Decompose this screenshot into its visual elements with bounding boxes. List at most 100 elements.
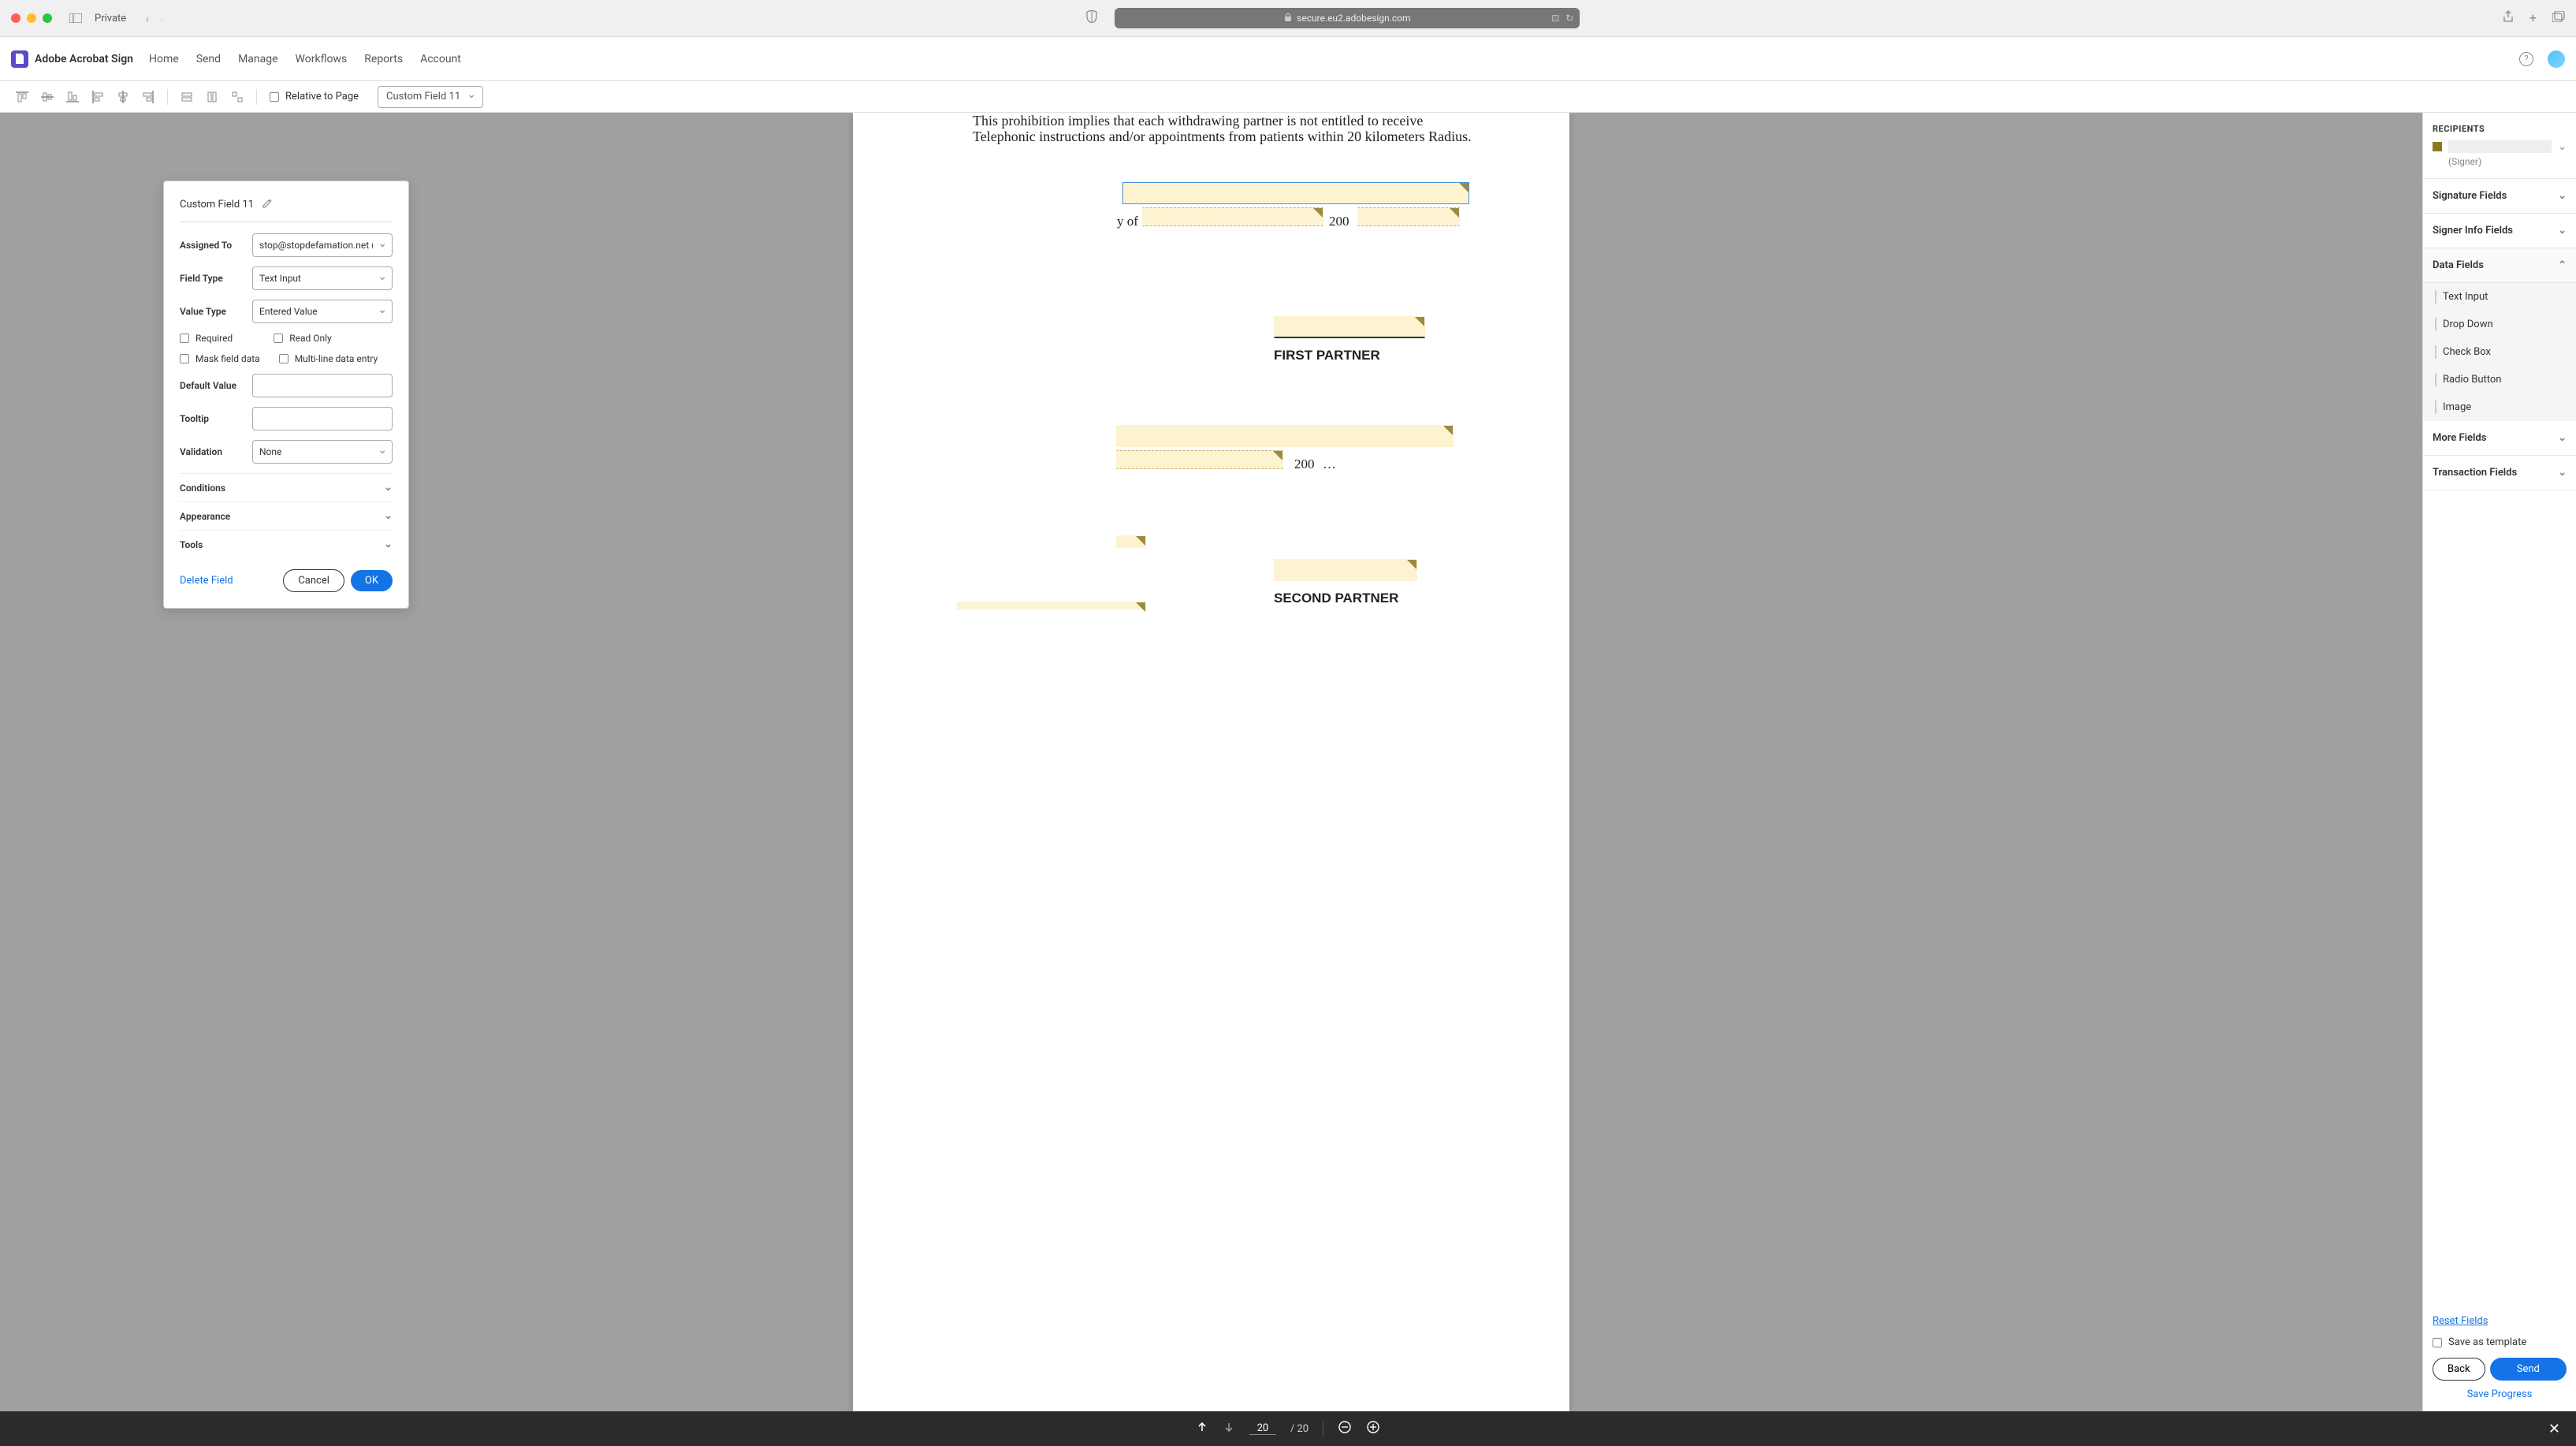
share-icon[interactable]	[2503, 10, 2514, 26]
form-field[interactable]	[1116, 535, 1146, 548]
new-tab-icon[interactable]: +	[2529, 10, 2537, 26]
match-height-icon[interactable]	[201, 86, 223, 108]
address-bar[interactable]: secure.eu2.adobesign.com ⊡ ↻	[1115, 8, 1580, 28]
conditions-section[interactable]: Conditions ⌄	[180, 473, 393, 501]
align-middle-icon[interactable]	[36, 86, 58, 108]
form-field[interactable]	[1116, 450, 1283, 469]
ok-button[interactable]: OK	[351, 570, 393, 591]
help-icon[interactable]: ?	[2519, 52, 2533, 66]
back-icon[interactable]: ‹	[145, 11, 149, 26]
recipients-section: RECIPIENTS ⌄ (Signer)	[2423, 113, 2576, 179]
sidebar-toggle-icon[interactable]	[69, 11, 82, 26]
save-template-checkbox[interactable]: Save as template	[2433, 1336, 2567, 1348]
align-top-icon[interactable]	[11, 86, 33, 108]
checkbox-icon	[270, 92, 279, 102]
match-size-icon[interactable]	[226, 86, 248, 108]
appearance-section[interactable]: Appearance ⌄	[180, 501, 393, 530]
cancel-button[interactable]: Cancel	[283, 569, 344, 592]
transaction-fields-section[interactable]: Transaction Fields ⌄	[2423, 456, 2576, 490]
doc-ellipsis: …	[1323, 457, 1336, 472]
chevron-down-icon: ⌄	[2558, 190, 2567, 202]
multiline-checkbox[interactable]: Multi-line data entry	[279, 353, 378, 364]
delete-field-link[interactable]: Delete Field	[180, 575, 233, 587]
signature-fields-section[interactable]: Signature Fields ⌄	[2423, 179, 2576, 214]
avatar[interactable]	[2548, 50, 2565, 68]
more-fields-section[interactable]: More Fields ⌄	[2423, 421, 2576, 456]
zoom-in-icon[interactable]	[1366, 1420, 1380, 1437]
recipient-role: (Signer)	[2448, 156, 2567, 167]
custom-field-11[interactable]	[1122, 182, 1469, 204]
doc-year-1: 200	[1329, 214, 1349, 229]
assigned-to-select[interactable]: stop@stopdefamation.net (Signer)	[252, 233, 393, 257]
canvas-area[interactable]: This prohibition implies that each withd…	[0, 113, 2422, 1411]
first-partner-label: FIRST PARTNER	[1274, 348, 1380, 363]
app-header: Adobe Acrobat Sign Home Send Manage Work…	[0, 37, 2576, 81]
relative-to-page-checkbox[interactable]: Relative to Page	[270, 91, 359, 102]
align-left-icon[interactable]	[87, 86, 109, 108]
form-field[interactable]	[1357, 207, 1460, 226]
recipient-row[interactable]: ⌄	[2433, 140, 2567, 153]
send-button[interactable]: Send	[2490, 1358, 2567, 1381]
page-up-icon[interactable]	[1196, 1421, 1208, 1437]
doc-y-of: y of	[1117, 214, 1138, 229]
field-type-select[interactable]: Text Input	[252, 266, 393, 290]
zoom-out-icon[interactable]	[1338, 1420, 1352, 1437]
assigned-to-label: Assigned To	[180, 240, 252, 251]
readonly-checkbox[interactable]: Read Only	[274, 333, 332, 344]
field-type-image[interactable]: Image	[2423, 393, 2576, 421]
back-button[interactable]: Back	[2433, 1358, 2485, 1381]
maximize-window-icon[interactable]	[43, 13, 52, 23]
current-page-input[interactable]	[1249, 1422, 1276, 1435]
tools-section[interactable]: Tools ⌄	[180, 530, 393, 558]
checkbox-icon	[279, 354, 288, 363]
signer-info-section[interactable]: Signer Info Fields ⌄	[2423, 214, 2576, 248]
shield-icon[interactable]	[1086, 10, 1097, 26]
nav-home[interactable]: Home	[149, 53, 179, 65]
save-progress-link[interactable]: Save Progress	[2433, 1388, 2567, 1400]
data-field-types-list: Text Input Drop Down Check Box Radio But…	[2423, 283, 2576, 421]
field-type-radio-button[interactable]: Radio Button	[2423, 366, 2576, 393]
field-properties-popup: Custom Field 11 Assigned To stop@stopdef…	[163, 181, 409, 609]
reset-fields-link[interactable]: Reset Fields	[2433, 1315, 2567, 1327]
align-bottom-icon[interactable]	[61, 86, 84, 108]
form-field[interactable]	[1274, 316, 1425, 338]
close-window-icon[interactable]	[11, 13, 20, 23]
tooltip-input[interactable]	[252, 407, 393, 430]
reload-icon[interactable]: ↻	[1565, 13, 1573, 24]
form-field[interactable]	[1142, 207, 1323, 226]
nav-reports[interactable]: Reports	[364, 53, 403, 65]
page-down-icon[interactable]	[1223, 1421, 1235, 1437]
field-type-drop-down[interactable]: Drop Down	[2423, 311, 2576, 338]
value-type-select[interactable]: Entered Value	[252, 300, 393, 323]
form-field[interactable]	[1274, 559, 1417, 581]
close-icon[interactable]: ✕	[2548, 1421, 2560, 1437]
chevron-down-icon: ⌄	[2558, 467, 2567, 479]
nav-workflows[interactable]: Workflows	[296, 53, 348, 65]
nav-account[interactable]: Account	[420, 53, 461, 65]
default-value-label: Default Value	[180, 380, 252, 391]
field-selector-dropdown[interactable]: Custom Field 11	[378, 86, 483, 108]
chevron-down-icon: ⌄	[384, 539, 393, 550]
match-width-icon[interactable]	[176, 86, 198, 108]
required-checkbox[interactable]: Required	[180, 333, 233, 344]
chevron-down-icon: ⌄	[2558, 225, 2567, 237]
alignment-toolbar: Relative to Page Custom Field 11	[0, 81, 2576, 113]
nav-manage[interactable]: Manage	[238, 53, 277, 65]
mask-checkbox[interactable]: Mask field data	[180, 353, 260, 364]
form-field[interactable]	[1116, 425, 1454, 447]
reader-icon[interactable]: ⊡	[1551, 13, 1559, 24]
align-right-icon[interactable]	[137, 86, 159, 108]
field-type-text-input[interactable]: Text Input	[2423, 283, 2576, 311]
tabs-icon[interactable]	[2552, 10, 2565, 26]
form-field[interactable]	[957, 602, 1146, 609]
lock-icon	[1284, 13, 1292, 24]
validation-select[interactable]: None	[252, 440, 393, 464]
field-type-label: Field Type	[180, 273, 252, 284]
minimize-window-icon[interactable]	[27, 13, 36, 23]
data-fields-section[interactable]: Data Fields ⌃	[2423, 248, 2576, 283]
default-value-input[interactable]	[252, 374, 393, 397]
edit-name-icon[interactable]	[262, 197, 273, 212]
align-center-icon[interactable]	[112, 86, 134, 108]
nav-send[interactable]: Send	[196, 53, 221, 65]
field-type-check-box[interactable]: Check Box	[2423, 338, 2576, 366]
